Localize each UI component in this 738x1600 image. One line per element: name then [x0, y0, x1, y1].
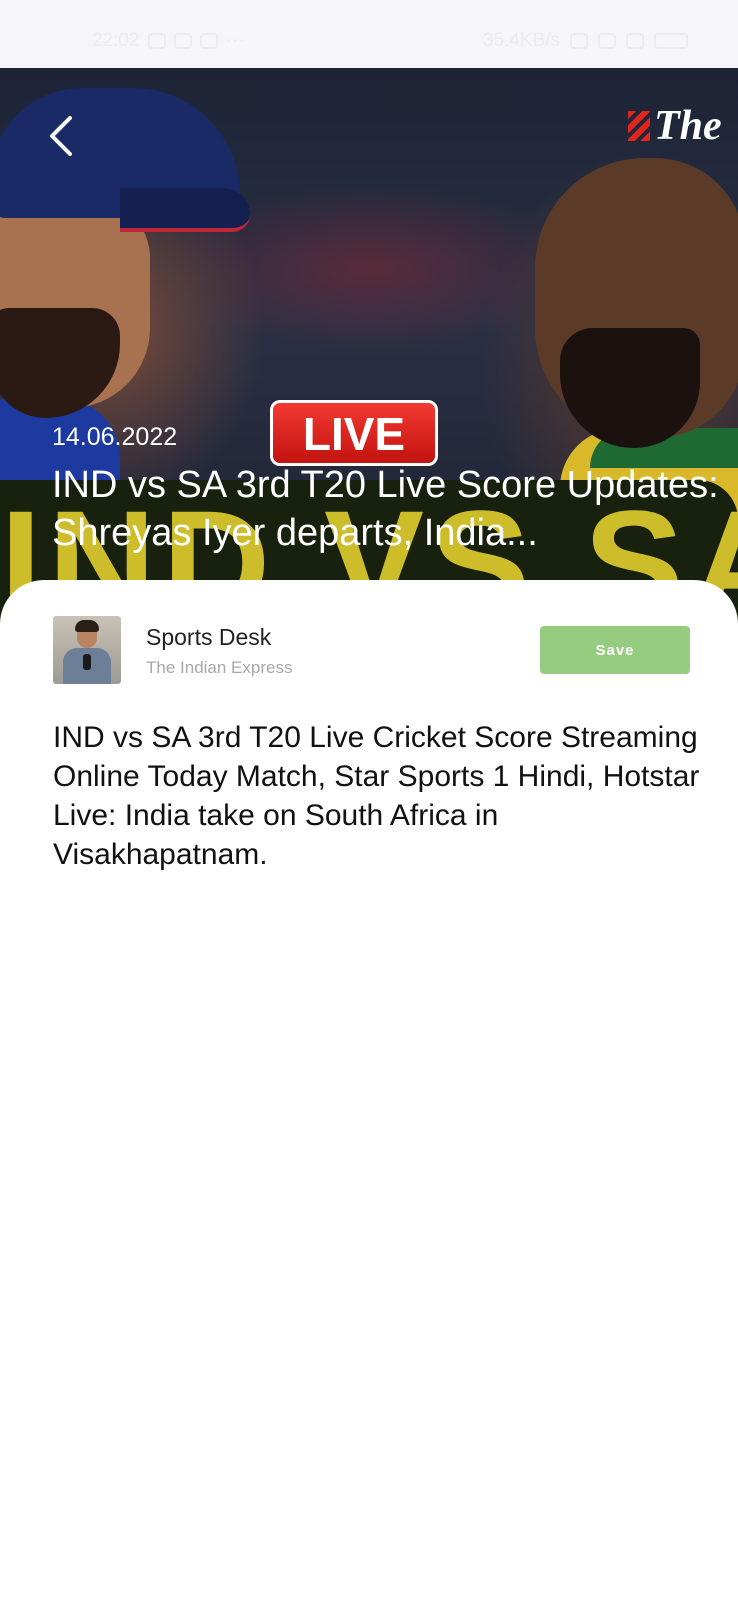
author-name: Sports Desk [146, 624, 272, 650]
publisher-logo: The [628, 102, 722, 150]
article-sheet: Sports Desk The Indian Express Save IND … [0, 580, 738, 1600]
hero-player-left-beard [0, 308, 120, 418]
article-body: IND vs SA 3rd T20 Live Cricket Score Str… [53, 721, 700, 871]
alarm-icon [570, 33, 588, 49]
logo-mark-icon [628, 111, 650, 141]
net-speed: 35.4KB/s [482, 30, 560, 51]
wifi-icon [626, 33, 644, 49]
hero-player-left-visor [120, 188, 250, 232]
hero-image: IND VS SA LIVE The 14.06.2022 IND vs SA … [0, 68, 738, 628]
author-avatar [53, 616, 121, 684]
chevron-left-icon [50, 116, 72, 156]
battery-icon [654, 33, 688, 49]
hero-player-right-beard [560, 328, 700, 448]
article-date: 14.06.2022 [52, 423, 178, 451]
save-button[interactable]: Save [540, 626, 690, 674]
article-title: IND vs SA 3rd T20 Live Score Updates: Sh… [52, 464, 719, 554]
back-button[interactable] [36, 108, 84, 164]
status-more: ··· [225, 30, 245, 51]
signal-icon [598, 33, 616, 49]
author-source: The Indian Express [146, 658, 293, 677]
game-icon [173, 33, 192, 49]
microphone-icon [83, 654, 91, 670]
status-time: 22:02 [92, 30, 140, 51]
live-badge: LIVE [270, 400, 438, 466]
logo-text: The [654, 103, 722, 149]
message-icon [199, 33, 218, 49]
avatar-hair [75, 620, 99, 632]
status-bar: 22:02 ··· 35.4KB/s [0, 0, 738, 68]
status-left: 22:02 ··· [92, 30, 245, 52]
whatsapp-icon [147, 33, 166, 49]
status-right: 35.4KB/s [483, 30, 688, 52]
